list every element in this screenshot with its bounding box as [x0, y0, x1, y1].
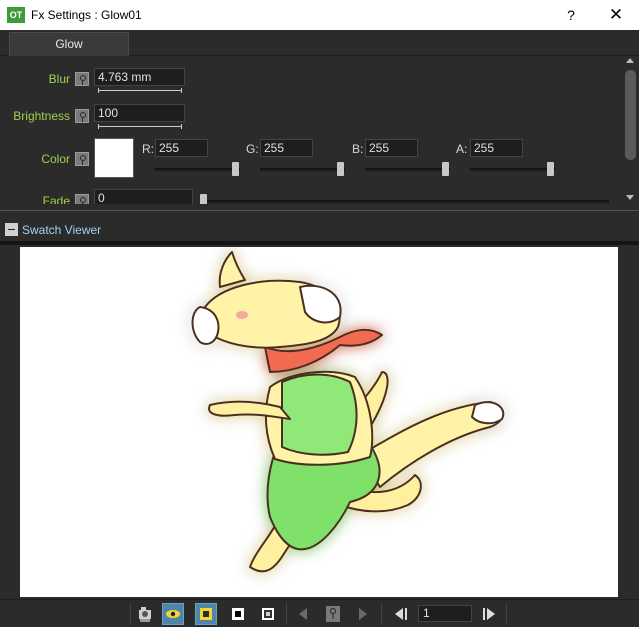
green-slider[interactable] — [260, 168, 345, 171]
toolbar-separator — [286, 603, 287, 625]
blue-label: B: — [352, 142, 364, 156]
alpha-slider-handle[interactable] — [547, 162, 554, 176]
glowing-character-illustration — [191, 251, 505, 573]
color-label: Color — [41, 152, 70, 166]
red-slider[interactable] — [155, 168, 240, 171]
blur-key-icon[interactable] — [75, 72, 89, 86]
panel-divider — [0, 210, 639, 211]
swatch-viewer — [0, 245, 639, 599]
blur-label: Blur — [48, 72, 70, 86]
window-title: Fx Settings : Glow01 — [31, 8, 142, 22]
tab-glow[interactable]: Glow — [9, 32, 129, 56]
green-slider-handle[interactable] — [337, 162, 344, 176]
scroll-up-icon[interactable] — [626, 58, 634, 63]
opentoonz-logo-icon: OT — [7, 7, 25, 23]
red-slider-handle[interactable] — [232, 162, 239, 176]
black-bg-icon[interactable] — [227, 603, 249, 625]
blue-slider-handle[interactable] — [442, 162, 449, 176]
scroll-down-icon[interactable] — [626, 195, 634, 200]
color-key-icon[interactable] — [75, 152, 89, 166]
swatch-viewer-header: Swatch Viewer — [0, 219, 639, 241]
blue-field[interactable]: 255 — [365, 139, 418, 157]
collapse-toggle-icon[interactable] — [5, 223, 18, 236]
brightness-range-indicator — [98, 124, 182, 129]
tab-strip: Glow — [0, 30, 639, 56]
fade-key-icon[interactable] — [75, 194, 89, 204]
color-swatch[interactable] — [94, 138, 134, 178]
brightness-key-icon[interactable] — [75, 109, 89, 123]
next-key-icon[interactable] — [352, 603, 374, 625]
preview-canvas[interactable] — [20, 247, 618, 597]
fade-slider[interactable] — [200, 200, 609, 203]
green-label: G: — [246, 142, 259, 156]
prev-key-icon[interactable] — [293, 603, 315, 625]
close-button[interactable]: ✕ — [604, 4, 628, 26]
first-frame-icon[interactable] — [390, 603, 412, 625]
alpha-label: A: — [456, 142, 468, 156]
blur-field[interactable]: 4.763 mm — [94, 68, 185, 86]
next-frame-icon[interactable] — [478, 603, 500, 625]
blue-slider[interactable] — [365, 168, 450, 171]
brightness-field[interactable]: 100 — [94, 104, 185, 122]
fade-label: Fade — [42, 194, 70, 204]
toolbar-separator — [381, 603, 382, 625]
viewer-toolbar: 1 — [0, 599, 639, 627]
swatch-viewer-title[interactable]: Swatch Viewer — [22, 223, 101, 237]
fade-field[interactable]: 0 — [94, 189, 193, 204]
help-button[interactable]: ? — [560, 4, 582, 26]
eye-icon[interactable] — [162, 603, 184, 625]
fx-parameters-panel: Blur 4.763 mm Brightness 100 Color R: 25… — [0, 56, 622, 204]
red-label: R: — [142, 142, 154, 156]
title-bar: OT Fx Settings : Glow01 ? ✕ — [0, 0, 639, 30]
white-bg-icon[interactable] — [257, 603, 279, 625]
brightness-label: Brightness — [13, 109, 70, 123]
alpha-field[interactable]: 255 — [470, 139, 523, 157]
scrollbar-thumb[interactable] — [625, 70, 636, 160]
red-field[interactable]: 255 — [155, 139, 208, 157]
blur-range-indicator — [98, 88, 182, 93]
fade-slider-handle[interactable] — [200, 194, 207, 204]
frame-number-field[interactable]: 1 — [418, 605, 472, 622]
camera-stand-icon[interactable] — [134, 603, 156, 625]
alpha-slider[interactable] — [470, 168, 555, 171]
toolbar-separator — [506, 603, 507, 625]
key-icon[interactable] — [322, 603, 344, 625]
green-field[interactable]: 255 — [260, 139, 313, 157]
checker-bg-icon[interactable] — [195, 603, 217, 625]
toolbar-separator — [130, 603, 131, 625]
params-scrollbar[interactable] — [622, 56, 639, 204]
